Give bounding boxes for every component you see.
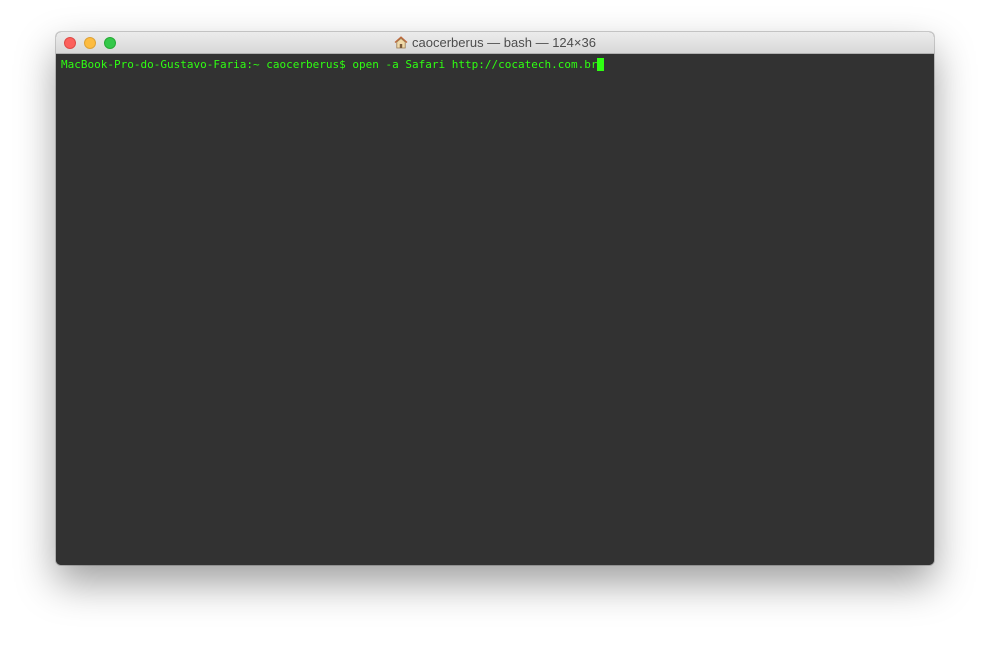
command-text: open -a Safari http://cocatech.com.br [352, 58, 598, 71]
text-cursor [597, 58, 605, 71]
title-bar[interactable]: caocerberus — bash — 124×36 [56, 32, 934, 54]
home-icon [394, 36, 408, 49]
window-title-text: caocerberus — bash — 124×36 [412, 35, 596, 50]
terminal-output[interactable]: MacBook-Pro-do-Gustavo-Faria:~ caocerber… [56, 54, 934, 565]
window-title: caocerberus — bash — 124×36 [56, 32, 934, 53]
terminal-window: caocerberus — bash — 124×36 MacBook-Pro-… [56, 32, 934, 565]
shell-prompt: MacBook-Pro-do-Gustavo-Faria:~ caocerber… [61, 58, 353, 71]
